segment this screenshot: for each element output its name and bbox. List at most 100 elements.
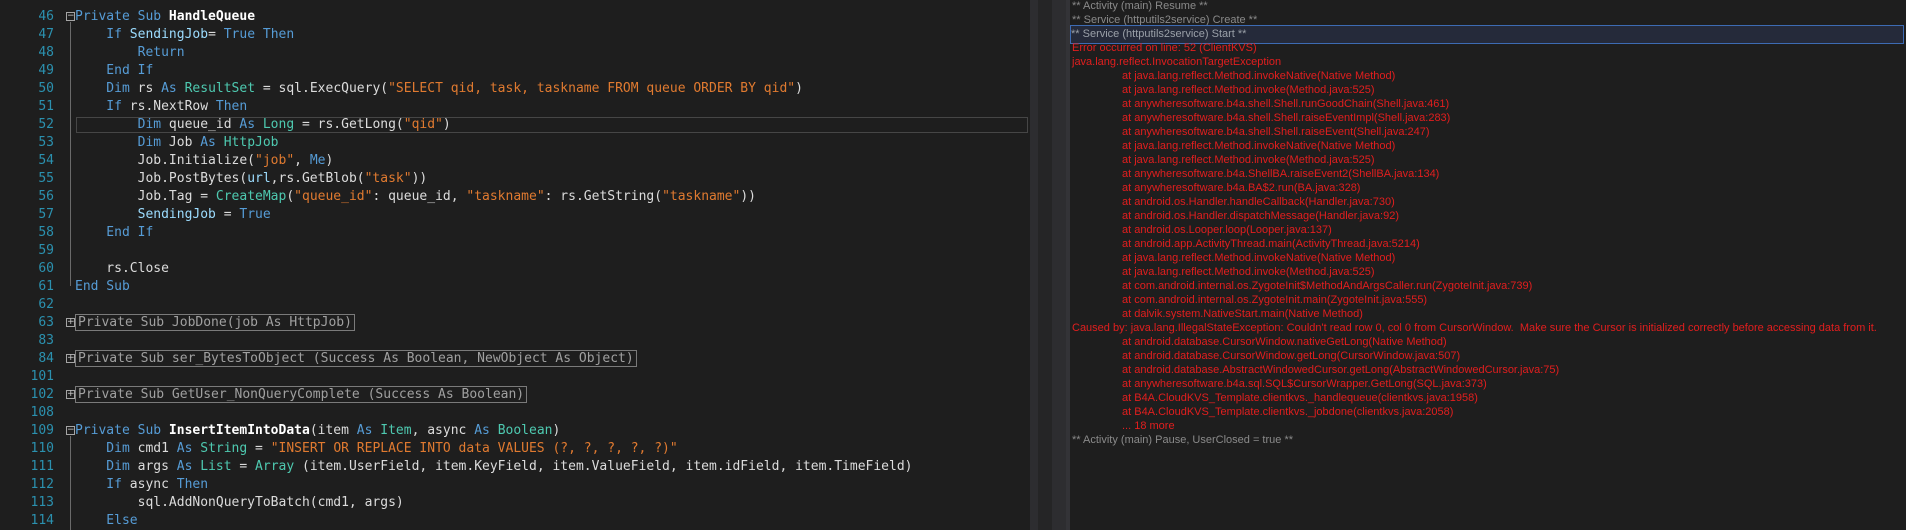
code-text[interactable]: Private Sub JobDone(job As HttpJob) (75, 314, 355, 332)
line-number: 50 (38, 81, 54, 96)
code-text[interactable]: Dim queue_id As Long = rs.GetLong("qid") (75, 116, 451, 134)
log-line[interactable]: ** Activity (main) Pause, UserClosed = t… (1072, 432, 1293, 449)
panel-splitter[interactable] (1030, 0, 1066, 530)
code-text[interactable]: Dim args As List = Array (item.UserField… (75, 458, 912, 476)
code-text[interactable]: Private Sub GetUser_NonQueryComplete (Su… (75, 386, 528, 404)
code-text[interactable]: If rs.NextRow Then (75, 98, 247, 116)
code-line[interactable]: 54 Job.Initialize("job", Me) (0, 152, 1030, 170)
collapsed-region[interactable]: Private Sub ser_BytesToObject (Success A… (75, 350, 637, 367)
line-number: 60 (38, 261, 54, 276)
code-token: ResultSet (184, 81, 256, 96)
code-line[interactable]: 62 (0, 296, 1030, 314)
code-token: = (247, 441, 271, 456)
code-text[interactable]: sql.AddNonQueryToBatch(cmd1, args) (75, 494, 404, 512)
code-line[interactable]: 63 + Private Sub JobDone(job As HttpJob) (0, 314, 1030, 332)
line-number: 61 (38, 279, 54, 294)
code-text[interactable]: Job.Tag = CreateMap("queue_id": queue_id… (75, 188, 756, 206)
code-token: args (137, 459, 177, 474)
code-line[interactable]: 83 (0, 332, 1030, 350)
code-line[interactable]: 58 End If (0, 224, 1030, 242)
code-text[interactable]: Dim cmd1 As String = "INSERT OR REPLACE … (75, 440, 677, 458)
code-text[interactable]: Private Sub HandleQueue (75, 8, 255, 26)
code-line[interactable]: 50 Dim rs As ResultSet = sql.ExecQuery("… (0, 80, 1030, 98)
editor-vertical-scrollbar[interactable] (1038, 0, 1052, 530)
fold-expand-icon[interactable]: + (66, 390, 75, 399)
code-text[interactable]: SendingJob = True (75, 206, 271, 224)
code-token: HandleQueue (168, 9, 256, 24)
code-token: : queue_id, (372, 189, 467, 204)
collapsed-region[interactable]: Private Sub JobDone(job As HttpJob) (75, 314, 355, 331)
code-text[interactable]: Dim Job As HttpJob (75, 134, 279, 152)
collapsed-region[interactable]: Private Sub GetUser_NonQueryComplete (Su… (75, 386, 528, 403)
fold-guide-line (70, 436, 71, 530)
fold-expand-icon[interactable]: + (66, 354, 75, 363)
line-number: 110 (30, 441, 54, 456)
code-line[interactable]: 52 Dim queue_id As Long = rs.GetLong("qi… (0, 116, 1030, 134)
code-token: Then (215, 99, 248, 114)
code-token: url (247, 171, 271, 186)
code-line[interactable]: 84 + Private Sub ser_BytesToObject (Succes… (0, 350, 1030, 368)
code-token: SendingJob (129, 27, 209, 42)
code-token: List (200, 459, 232, 474)
code-line[interactable]: 47 If SendingJob= True Then (0, 26, 1030, 44)
code-line[interactable]: 101 (0, 368, 1030, 386)
fold-expand-icon[interactable]: + (66, 318, 75, 327)
fold-guide-line (70, 22, 71, 286)
code-token: "job" (255, 153, 295, 168)
code-line[interactable]: 57 SendingJob = True (0, 206, 1030, 224)
code-text[interactable]: Else (75, 512, 137, 530)
logs-panel[interactable]: ** Activity (main) Resume ** ** Service (… (1066, 0, 1906, 530)
code-token: Long (262, 117, 295, 132)
line-number: 46 (38, 9, 54, 24)
code-line[interactable]: 102 + Private Sub GetUser_NonQueryComplete… (0, 386, 1030, 404)
logs-panel-border (1066, 0, 1070, 530)
code-text[interactable]: End If (75, 62, 153, 80)
code-token: )) (411, 171, 428, 186)
code-text[interactable]: rs.Close (75, 260, 169, 278)
code-token: rs.NextRow (129, 99, 216, 114)
code-line[interactable]: 46 − Private Sub HandleQueue (0, 8, 1030, 26)
code-line[interactable]: 60 rs.Close (0, 260, 1030, 278)
code-text[interactable]: If SendingJob= True Then (75, 26, 294, 44)
code-line[interactable]: 109 − Private Sub InsertItemIntoData(item … (0, 422, 1030, 440)
code-token: CreateMap (215, 189, 287, 204)
code-line[interactable]: 113 sql.AddNonQueryToBatch(cmd1, args) (0, 494, 1030, 512)
code-token: = sql.ExecQuery( (255, 81, 389, 96)
code-line[interactable]: 55 Job.PostBytes(url,rs.GetBlob("task")) (0, 170, 1030, 188)
code-line[interactable]: 61 End Sub (0, 278, 1030, 296)
code-line[interactable]: 48 Return (0, 44, 1030, 62)
code-token: ) (795, 81, 803, 96)
code-text[interactable]: End Sub (75, 278, 130, 296)
line-number: 51 (38, 99, 54, 114)
code-text[interactable]: Job.PostBytes(url,rs.GetBlob("task")) (75, 170, 428, 188)
code-line[interactable]: 53 Dim Job As HttpJob (0, 134, 1030, 152)
code-editor[interactable]: 46− Private Sub HandleQueue 47 If SendingJ… (0, 0, 1030, 530)
code-token: Job (168, 135, 201, 150)
code-text[interactable]: Dim rs As ResultSet = sql.ExecQuery("SEL… (75, 80, 803, 98)
code-line[interactable]: 56 Job.Tag = CreateMap("queue_id": queue… (0, 188, 1030, 206)
code-line[interactable]: 108 (0, 404, 1030, 422)
code-line[interactable]: 114 Else (0, 512, 1030, 530)
code-text[interactable]: Private Sub ser_BytesToObject (Success A… (75, 350, 637, 368)
line-number: 101 (30, 369, 54, 384)
code-text[interactable]: Private Sub InsertItemIntoData(item As I… (75, 422, 560, 440)
code-line[interactable]: 51 If rs.NextRow Then (0, 98, 1030, 116)
code-line[interactable]: 49 End If (0, 62, 1030, 80)
code-line[interactable]: 59 (0, 242, 1030, 260)
code-text[interactable]: Job.Initialize("job", Me) (75, 152, 334, 170)
code-token: , async (411, 423, 475, 438)
code-text[interactable]: End If (75, 224, 153, 242)
line-number: 114 (30, 513, 54, 528)
code-text[interactable]: Return (75, 44, 185, 62)
code-token: True Then (215, 27, 295, 42)
code-line[interactable]: 110 Dim cmd1 As String = "INSERT OR REPL… (0, 440, 1030, 458)
code-token: = (231, 459, 256, 474)
code-token: InsertItemIntoData (168, 423, 310, 438)
code-token: End If (75, 63, 154, 78)
code-text[interactable]: If async Then (75, 476, 208, 494)
code-token: As (239, 117, 263, 132)
code-line[interactable]: 111 Dim args As List = Array (item.UserF… (0, 458, 1030, 476)
code-line[interactable]: 112 If async Then (0, 476, 1030, 494)
fold-collapse-icon[interactable]: − (66, 426, 75, 435)
fold-collapse-icon[interactable]: − (66, 12, 75, 21)
